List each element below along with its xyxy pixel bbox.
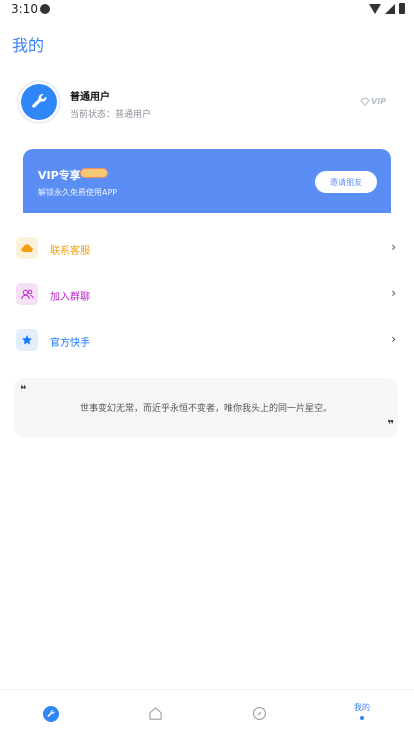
membership-status: 当前状态：普通用户 xyxy=(70,110,152,120)
status-bar: 3:10 xyxy=(0,0,414,20)
page-title: 我的 xyxy=(12,36,45,55)
tab-tools[interactable] xyxy=(21,690,81,736)
profile-section[interactable]: 普通用户 当前状态：普通用户 VIP xyxy=(16,80,396,126)
username: 普通用户 xyxy=(70,92,110,103)
group-icon xyxy=(16,283,38,305)
active-tab-indicator xyxy=(360,715,364,720)
invite-button[interactable]: 邀请朋友 xyxy=(315,171,377,193)
menu-item-join-group[interactable]: 加入群聊 › xyxy=(15,283,399,307)
wrench-icon xyxy=(21,84,57,120)
notification-icon xyxy=(40,4,50,14)
quote-card: ❝ 世事变幻无常，而近乎永恒不变者，唯你我头上的同一片星空。 ❞ xyxy=(14,378,398,437)
tab-discover[interactable] xyxy=(229,690,289,736)
tab-mine[interactable]: 我的 xyxy=(332,690,392,736)
vip-card: VIP专享 解锁永久免费使用APP 邀请朋友 xyxy=(23,149,391,213)
menu-item-official-kuaishou[interactable]: 官方快手 › xyxy=(15,329,399,353)
menu-item-label: 联系客服 xyxy=(50,246,90,257)
wifi-icon xyxy=(369,3,381,14)
vip-tag-icon xyxy=(80,168,108,178)
vip-subtitle: 解锁永久免费使用APP xyxy=(38,188,118,197)
signal-icon xyxy=(385,3,395,14)
star-icon xyxy=(16,329,38,351)
chevron-right-icon: › xyxy=(391,332,396,346)
vip-badge-label: VIP xyxy=(371,97,387,106)
open-quote-icon: ❝ xyxy=(20,383,27,396)
menu-item-label: 加入群聊 xyxy=(50,292,90,303)
status-time: 3:10 xyxy=(11,2,38,16)
wrench-icon xyxy=(43,705,59,722)
battery-icon xyxy=(399,3,405,14)
home-icon xyxy=(148,707,162,720)
cloud-icon xyxy=(16,237,38,259)
chevron-right-icon: › xyxy=(391,286,396,300)
menu-item-contact-support[interactable]: 联系客服 › xyxy=(15,237,399,261)
tab-home[interactable] xyxy=(125,690,185,736)
chevron-right-icon: › xyxy=(391,240,396,254)
menu-item-label: 官方快手 xyxy=(50,338,90,349)
avatar[interactable] xyxy=(17,80,61,124)
vip-badge: VIP xyxy=(360,96,390,107)
status-icons xyxy=(369,3,405,14)
compass-icon xyxy=(252,707,266,720)
quote-text: 世事变幻无常，而近乎永恒不变者，唯你我头上的同一片星空。 xyxy=(79,404,332,414)
diamond-icon xyxy=(360,97,370,106)
vip-title: VIP专享 xyxy=(38,169,81,182)
tab-mine-label: 我的 xyxy=(354,702,370,712)
close-quote-icon: ❞ xyxy=(387,418,395,431)
bottom-tab-bar: 我的 xyxy=(0,689,414,736)
